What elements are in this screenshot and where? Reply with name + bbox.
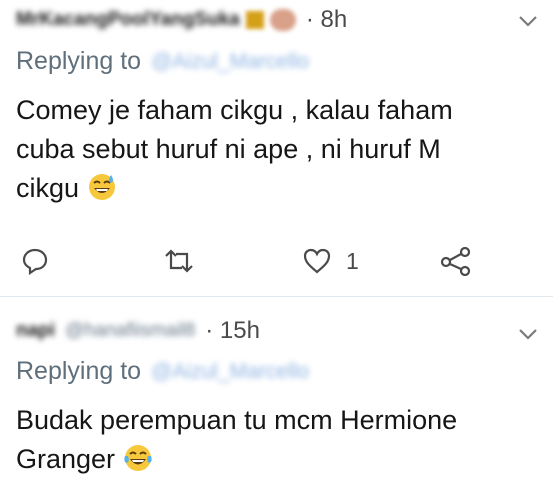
tweet-text-line: cuba sebut huruf ni ape , ni huruf M bbox=[16, 134, 441, 164]
like-count: 1 bbox=[346, 247, 359, 274]
tweet-text-line-last: cikgu bbox=[16, 169, 536, 208]
tweet-actions: 1 bbox=[0, 246, 553, 276]
grinning-sweat-emoji-icon bbox=[88, 174, 115, 200]
timestamp[interactable]: · 15h bbox=[205, 317, 260, 345]
heart-icon bbox=[303, 248, 331, 274]
reply-to-handle[interactable]: @Aizul_Marcello bbox=[151, 360, 309, 384]
reply-button[interactable] bbox=[20, 246, 50, 276]
tears-of-joy-emoji-icon bbox=[123, 445, 152, 471]
chevron-down-icon[interactable] bbox=[517, 323, 539, 345]
tweet-text-line: Budak perempuan tu mcm Hermione bbox=[16, 405, 458, 435]
tweet-text-line: Comey je faham cikgu , kalau faham bbox=[16, 95, 453, 125]
replying-to: Replying to @Aizul_Marcello bbox=[16, 47, 309, 76]
tweet-text: Budak perempuan tu mcm Hermione Granger bbox=[16, 401, 536, 479]
like-button[interactable]: 1 bbox=[302, 246, 359, 276]
replying-label: Replying to bbox=[16, 47, 142, 75]
user-display-name[interactable]: napi bbox=[16, 320, 55, 342]
share-icon bbox=[440, 246, 471, 276]
avatar[interactable] bbox=[269, 9, 296, 31]
tweet-reply[interactable]: napi @hanafiismail8 · 15h Replying to @A… bbox=[0, 297, 553, 502]
reply-to-handle[interactable]: @Aizul_Marcello bbox=[151, 50, 309, 74]
tweet-header: MrKacangPoolYangSuka · 8h bbox=[16, 0, 347, 40]
retweet-icon bbox=[165, 249, 193, 273]
tweet-text: Comey je faham cikgu , kalau faham cuba … bbox=[16, 91, 536, 208]
tweet-header: napi @hanafiismail8 · 15h bbox=[16, 311, 260, 351]
timestamp[interactable]: · 8h bbox=[306, 6, 347, 34]
reply-icon bbox=[22, 248, 48, 276]
replying-label: Replying to bbox=[16, 357, 142, 385]
crown-emoji-icon bbox=[245, 11, 264, 29]
replying-to: Replying to @Aizul_Marcello bbox=[16, 357, 309, 386]
user-handle[interactable]: @hanafiismail8 bbox=[65, 320, 195, 342]
share-button[interactable] bbox=[440, 246, 472, 276]
tweet-reply[interactable]: MrKacangPoolYangSuka · 8h Replying to @A… bbox=[0, 0, 553, 296]
user-display-name[interactable]: MrKacangPoolYangSuka bbox=[16, 9, 240, 31]
retweet-button[interactable] bbox=[162, 246, 196, 276]
chevron-down-icon[interactable] bbox=[517, 10, 539, 32]
tweet-text-line-last: Granger bbox=[16, 440, 536, 479]
